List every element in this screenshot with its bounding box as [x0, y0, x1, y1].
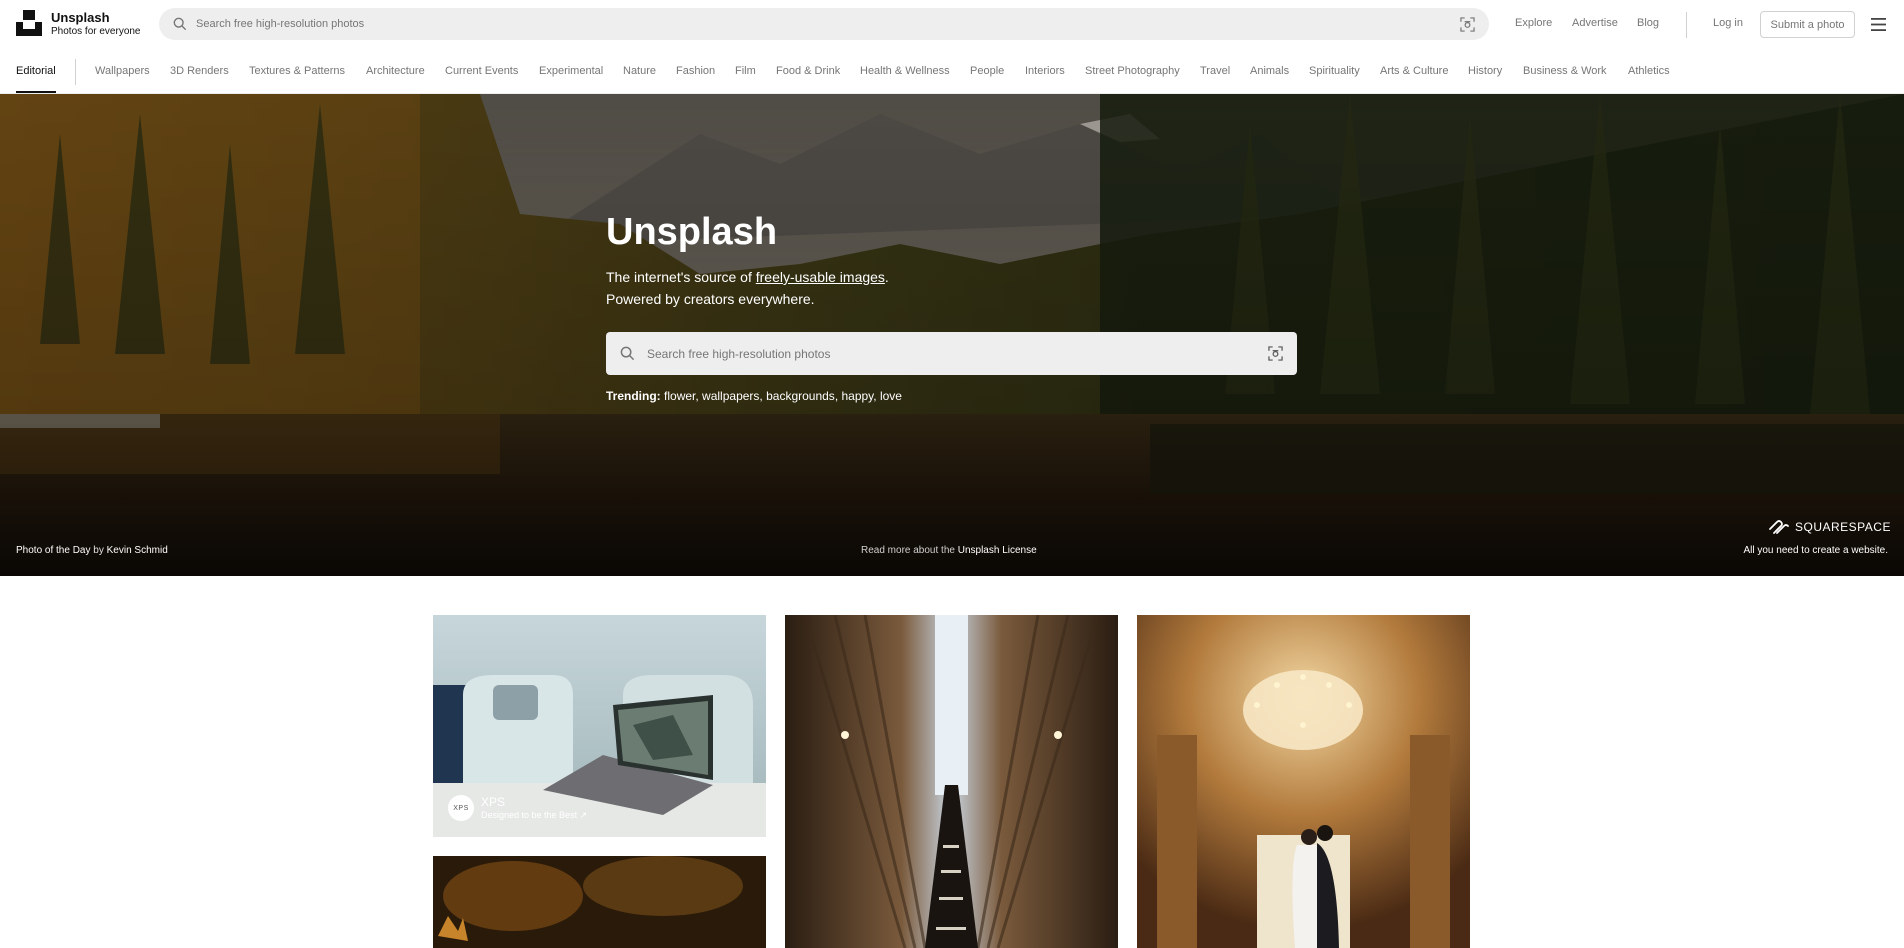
- trending-item[interactable]: love: [880, 389, 902, 403]
- photo-card[interactable]: [433, 856, 766, 948]
- hero-search-input[interactable]: [645, 332, 1245, 375]
- topic-item[interactable]: Experimental: [539, 65, 603, 77]
- header-search-input[interactable]: [194, 8, 1394, 40]
- squarespace-name: SQUARESPACE: [1795, 520, 1891, 534]
- sponsor-info[interactable]: XPS XPS Designed to be the Best ↗: [448, 795, 587, 821]
- hero-subtitle-line2: Powered by creators everywhere.: [606, 291, 815, 307]
- topic-item[interactable]: Business & Work: [1523, 65, 1607, 77]
- potd-author-link[interactable]: Kevin Schmid: [107, 545, 168, 556]
- license-note: Read more about the Unsplash License: [861, 545, 1037, 556]
- trending-label: Trending:: [606, 389, 661, 403]
- brand-tagline: Photos for everyone: [51, 26, 141, 37]
- search-icon[interactable]: [620, 346, 635, 361]
- topic-item[interactable]: Street Photography: [1085, 65, 1180, 77]
- topic-item[interactable]: Fashion: [676, 65, 715, 77]
- topic-item[interactable]: Food & Drink: [776, 65, 840, 77]
- topic-item[interactable]: History: [1468, 65, 1502, 77]
- nav-advertise[interactable]: Advertise: [1572, 17, 1618, 29]
- topic-item[interactable]: Animals: [1250, 65, 1289, 77]
- topic-item[interactable]: People: [970, 65, 1004, 77]
- escalator-photo: [785, 615, 1118, 948]
- brand[interactable]: Unsplash Photos for everyone: [51, 11, 141, 38]
- trending: Trending: flower, wallpapers, background…: [606, 389, 902, 403]
- topic-item[interactable]: Current Events: [445, 65, 518, 77]
- menu-icon[interactable]: [1871, 18, 1886, 31]
- submit-photo-button[interactable]: Submit a photo: [1760, 11, 1855, 38]
- hero-subtitle-prefix: The internet's source of: [606, 269, 756, 285]
- sponsor-name: XPS: [481, 794, 506, 809]
- topic-item[interactable]: 3D Renders: [170, 65, 229, 77]
- nav-explore[interactable]: Explore: [1515, 17, 1552, 29]
- unsplash-logo-icon[interactable]: [16, 10, 42, 36]
- topic-item[interactable]: Interiors: [1025, 65, 1065, 77]
- hero-banner: Unsplash The internet's source of freely…: [0, 94, 1904, 576]
- hero-search: [606, 332, 1297, 375]
- photo-of-the-day-credit: Photo of the Day by Kevin Schmid: [16, 545, 168, 556]
- topic-item[interactable]: Athletics: [1628, 65, 1670, 77]
- topic-item[interactable]: Textures & Patterns: [249, 65, 345, 77]
- hero-title: Unsplash: [606, 211, 778, 253]
- wedding-chandelier-photo: [1137, 615, 1470, 948]
- topic-item[interactable]: Travel: [1200, 65, 1230, 77]
- topic-item[interactable]: Film: [735, 65, 756, 77]
- potd-label[interactable]: Photo of the Day: [16, 545, 91, 556]
- login-link[interactable]: Log in: [1713, 17, 1743, 29]
- topic-item[interactable]: Health & Wellness: [860, 65, 950, 77]
- visual-search-icon[interactable]: [1268, 346, 1283, 361]
- topic-item[interactable]: Wallpapers: [95, 65, 150, 77]
- topic-editorial[interactable]: Editorial: [16, 65, 56, 77]
- nav-blog[interactable]: Blog: [1637, 17, 1659, 29]
- trending-item[interactable]: happy: [841, 389, 873, 403]
- search-icon[interactable]: [173, 17, 187, 31]
- trending-item[interactable]: flower: [664, 389, 695, 403]
- topic-bar: Editorial Wallpapers 3D Renders Textures…: [0, 50, 1904, 94]
- visual-search-icon[interactable]: [1460, 17, 1475, 32]
- header-search: [159, 8, 1489, 40]
- hero-subtitle: The internet's source of freely-usable i…: [606, 266, 889, 310]
- hero-subtitle-suffix: .: [884, 269, 889, 285]
- trending-item[interactable]: wallpapers: [702, 389, 759, 403]
- topic-item[interactable]: Nature: [623, 65, 656, 77]
- squarespace-ad[interactable]: SQUARESPACE: [1768, 519, 1891, 535]
- active-topic-indicator: [16, 91, 56, 93]
- freely-usable-images-link[interactable]: freely-usable images: [756, 269, 885, 285]
- license-prefix: Read more about the: [861, 545, 955, 556]
- autumn-leaf-photo: [433, 856, 766, 948]
- topic-divider: [75, 59, 76, 85]
- unsplash-license-link[interactable]: Unsplash License: [958, 545, 1037, 556]
- nav-divider: [1686, 12, 1687, 38]
- photo-card-sponsored[interactable]: XPS XPS Designed to be the Best ↗: [433, 615, 766, 837]
- trending-item[interactable]: backgrounds: [766, 389, 835, 403]
- sponsor-tagline: Designed to be the Best ↗: [481, 809, 588, 820]
- brand-name: Unsplash: [51, 10, 110, 25]
- squarespace-tagline[interactable]: All you need to create a website.: [1736, 545, 1888, 556]
- topic-item[interactable]: Arts & Culture: [1380, 65, 1448, 77]
- sponsor-avatar: XPS: [448, 795, 474, 821]
- topic-item[interactable]: Architecture: [366, 65, 425, 77]
- potd-by: by: [93, 545, 104, 556]
- photo-card[interactable]: [785, 615, 1118, 948]
- topic-item[interactable]: Spirituality: [1309, 65, 1360, 77]
- photo-card[interactable]: [1137, 615, 1470, 948]
- top-header: Unsplash Photos for everyone Explore Adv…: [0, 0, 1904, 50]
- squarespace-logo-icon: [1769, 520, 1789, 534]
